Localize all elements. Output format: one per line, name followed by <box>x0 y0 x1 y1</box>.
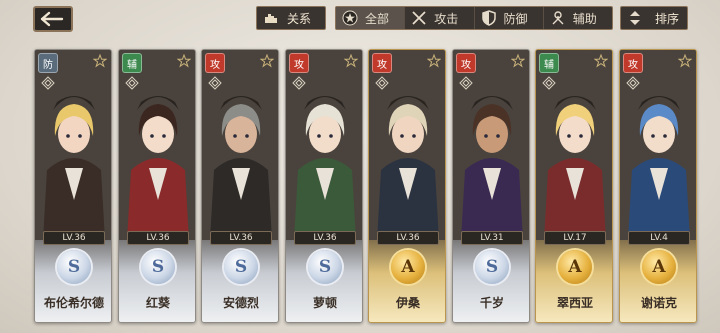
relation-button[interactable]: 关系 <box>256 6 326 30</box>
level-label: LV.36 <box>377 231 439 245</box>
star-icon <box>594 54 608 68</box>
filter-tab-attack[interactable]: 攻击 <box>405 7 475 29</box>
level-label: LV.36 <box>43 231 105 245</box>
filter-tab-support[interactable]: 辅助 <box>544 7 612 29</box>
character-name: 安德烈 <box>222 296 259 310</box>
relation-label: 关系 <box>287 11 312 26</box>
sort-button[interactable]: 排序 <box>620 6 688 30</box>
level-label: LV.36 <box>127 231 189 245</box>
role-badge: 攻 <box>372 53 392 73</box>
role-badge: 辅 <box>539 53 559 73</box>
character-card[interactable]: 攻 LV.36 S 萝顿 <box>285 49 363 323</box>
rank-medal-icon: S <box>224 250 258 284</box>
diamond-icon <box>208 76 222 90</box>
character-card[interactable]: 辅 LV.36 S 红葵 <box>118 49 196 323</box>
character-card-list: 防 LV.36 S 布伦希尔德 辅 LV.36 S 红葵 攻 LV.36 S 安德烈 攻 LV.36 S 萝顿… <box>34 49 697 325</box>
level-label: LV.17 <box>544 231 606 245</box>
diamond-icon <box>375 76 389 90</box>
star-icon <box>177 54 191 68</box>
rank-medal-icon: A <box>391 250 425 284</box>
character-card[interactable]: 攻 LV.4 A 谢诺克 <box>619 49 697 323</box>
character-card[interactable]: 防 LV.36 S 布伦希尔德 <box>34 49 112 323</box>
diamond-icon <box>459 76 473 90</box>
support-icon <box>552 11 564 25</box>
crossed-swords-icon <box>412 11 426 25</box>
role-badge: 辅 <box>122 53 142 73</box>
filter-tab-all[interactable]: 全部 <box>336 7 406 29</box>
filter-tab-label: 全部 <box>365 11 390 26</box>
star-icon <box>427 54 441 68</box>
character-name: 萝顿 <box>312 296 337 310</box>
character-name: 红葵 <box>145 296 170 310</box>
level-label: LV.36 <box>210 231 272 245</box>
back-button[interactable] <box>33 6 73 32</box>
character-card[interactable]: 攻 LV.36 A 伊桑 <box>368 49 446 323</box>
rank-medal-icon: S <box>475 250 509 284</box>
star-icon <box>511 54 525 68</box>
role-badge: 攻 <box>456 53 476 73</box>
role-filter-tabs: 全部 攻击 防御 辅助 <box>335 6 613 30</box>
all-star-icon <box>342 10 358 26</box>
sort-arrows-icon <box>630 11 640 25</box>
hand-icon <box>265 14 277 23</box>
diamond-icon <box>626 76 640 90</box>
star-icon <box>93 54 107 68</box>
rank-medal-icon: S <box>141 250 175 284</box>
role-badge: 攻 <box>623 53 643 73</box>
filter-tab-label: 攻击 <box>434 11 459 26</box>
star-icon <box>260 54 274 68</box>
filter-tab-label: 辅助 <box>572 11 597 26</box>
character-name: 伊桑 <box>395 296 420 310</box>
rank-medal-icon: A <box>558 250 592 284</box>
level-label: LV.31 <box>461 231 523 245</box>
character-card[interactable]: 攻 LV.31 S 千岁 <box>452 49 530 323</box>
rank-medal-icon: A <box>642 250 676 284</box>
character-name: 翠西亚 <box>556 296 593 310</box>
diamond-icon <box>125 76 139 90</box>
role-badge: 攻 <box>205 53 225 73</box>
sort-label: 排序 <box>655 11 680 26</box>
character-card[interactable]: 攻 LV.36 S 安德烈 <box>201 49 279 323</box>
top-toolbar: 关系 全部 攻击 防御 辅助 排序 <box>0 0 720 40</box>
character-name: 布伦希尔德 <box>43 296 104 310</box>
filter-tab-defense[interactable]: 防御 <box>475 7 544 29</box>
star-icon <box>344 54 358 68</box>
character-name: 千岁 <box>479 296 504 310</box>
filter-tab-label: 防御 <box>503 11 528 26</box>
rank-medal-icon: S <box>57 250 91 284</box>
diamond-icon <box>292 76 306 90</box>
back-arrow-icon <box>40 11 64 27</box>
role-badge: 防 <box>38 53 58 73</box>
role-badge: 攻 <box>289 53 309 73</box>
diamond-icon <box>542 76 556 90</box>
level-label: LV.4 <box>628 231 690 245</box>
shield-icon <box>481 10 496 26</box>
character-name: 谢诺克 <box>640 296 677 310</box>
star-icon <box>678 54 692 68</box>
character-card[interactable]: 辅 LV.17 A 翠西亚 <box>535 49 613 323</box>
rank-medal-icon: S <box>308 250 342 284</box>
level-label: LV.36 <box>294 231 356 245</box>
diamond-icon <box>41 76 55 90</box>
